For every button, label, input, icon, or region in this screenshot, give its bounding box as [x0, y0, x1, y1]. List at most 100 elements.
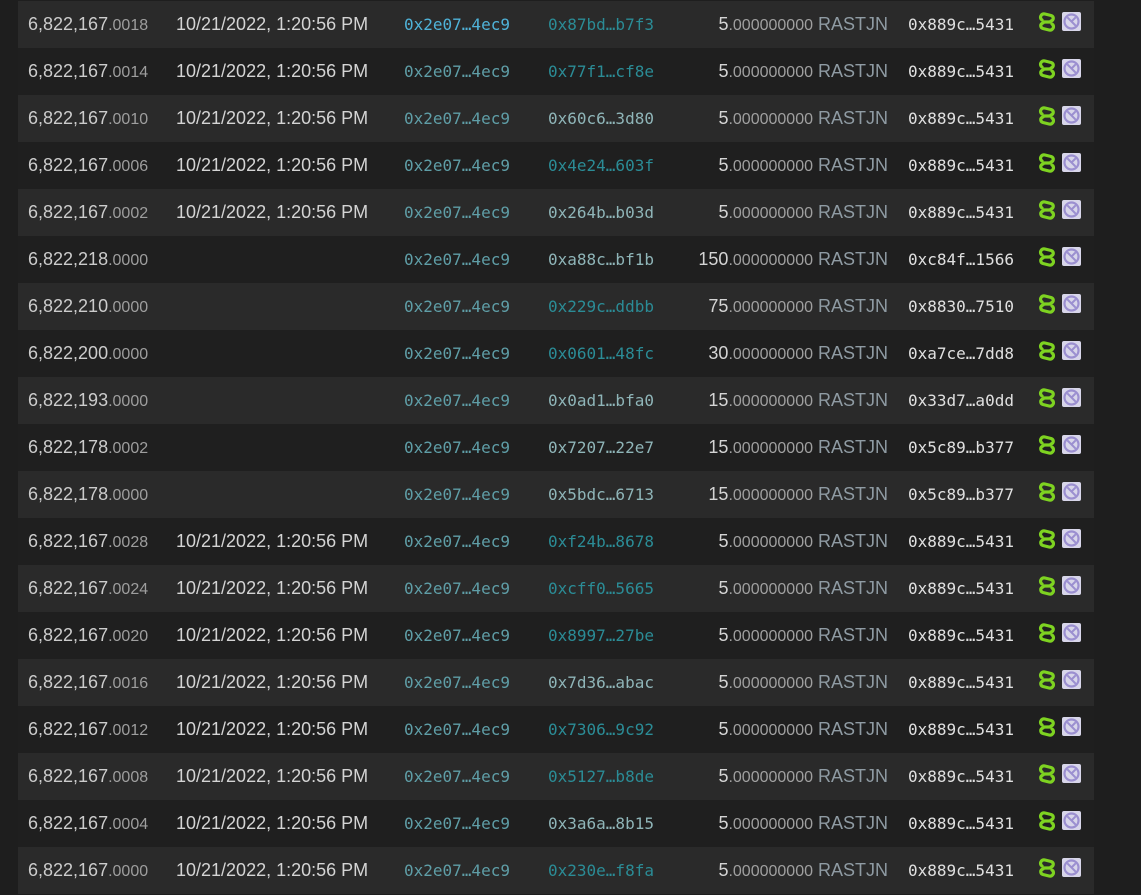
from-address-link[interactable]: 0x2e07…4ec9: [404, 330, 510, 377]
owner-address-link[interactable]: 0xa7ce…7dd8: [908, 330, 1014, 377]
asset-logo-icon[interactable]: [1062, 764, 1081, 783]
to-address-link[interactable]: 0x3a6a…8b15: [548, 800, 654, 847]
chain-link-icon[interactable]: [1038, 717, 1056, 737]
asset-logo-icon[interactable]: [1062, 811, 1081, 830]
chain-link-icon[interactable]: [1038, 435, 1056, 455]
block-number[interactable]: 6,822,167.0004: [28, 800, 148, 847]
token-symbol[interactable]: RASTJN: [818, 578, 888, 598]
token-symbol[interactable]: RASTJN: [818, 343, 888, 363]
owner-address-link[interactable]: 0x889c…5431: [908, 800, 1014, 847]
token-symbol[interactable]: RASTJN: [818, 766, 888, 786]
owner-address-link[interactable]: 0x889c…5431: [908, 189, 1014, 236]
to-address-link[interactable]: 0x0ad1…bfa0: [548, 377, 654, 424]
chain-link-icon[interactable]: [1038, 341, 1056, 361]
asset-logo-icon[interactable]: [1062, 482, 1081, 501]
from-address-link[interactable]: 0x2e07…4ec9: [404, 471, 510, 518]
block-number[interactable]: 6,822,200.0000: [28, 330, 148, 377]
to-address-link[interactable]: 0x5127…b8de: [548, 753, 654, 800]
to-address-link[interactable]: 0x60c6…3d80: [548, 95, 654, 142]
to-address-link[interactable]: 0x264b…b03d: [548, 189, 654, 236]
to-address-link[interactable]: 0x8997…27be: [548, 612, 654, 659]
from-address-link[interactable]: 0x2e07…4ec9: [404, 377, 510, 424]
block-number[interactable]: 6,822,218.0000: [28, 236, 148, 283]
block-number[interactable]: 6,822,167.0014: [28, 48, 148, 95]
asset-logo-icon[interactable]: [1062, 717, 1081, 736]
block-number[interactable]: 6,822,178.0000: [28, 471, 148, 518]
chain-link-icon[interactable]: [1038, 764, 1056, 784]
token-symbol[interactable]: RASTJN: [818, 155, 888, 175]
block-number[interactable]: 6,822,167.0000: [28, 847, 148, 894]
token-symbol[interactable]: RASTJN: [818, 719, 888, 739]
chain-link-icon[interactable]: [1038, 388, 1056, 408]
to-address-link[interactable]: 0x5bdc…6713: [548, 471, 654, 518]
to-address-link[interactable]: 0xcff0…5665: [548, 565, 654, 612]
to-address-link[interactable]: 0x77f1…cf8e: [548, 48, 654, 95]
chain-link-icon[interactable]: [1038, 623, 1056, 643]
from-address-link[interactable]: 0x2e07…4ec9: [404, 236, 510, 283]
from-address-link[interactable]: 0x2e07…4ec9: [404, 753, 510, 800]
chain-link-icon[interactable]: [1038, 200, 1056, 220]
chain-link-icon[interactable]: [1038, 858, 1056, 878]
to-address-link[interactable]: 0x0601…48fc: [548, 330, 654, 377]
owner-address-link[interactable]: 0x889c…5431: [908, 565, 1014, 612]
token-symbol[interactable]: RASTJN: [818, 108, 888, 128]
chain-link-icon[interactable]: [1038, 153, 1056, 173]
token-symbol[interactable]: RASTJN: [818, 484, 888, 504]
token-symbol[interactable]: RASTJN: [818, 390, 888, 410]
asset-logo-icon[interactable]: [1062, 153, 1081, 172]
from-address-link[interactable]: 0x2e07…4ec9: [404, 847, 510, 894]
owner-address-link[interactable]: 0x889c…5431: [908, 659, 1014, 706]
token-symbol[interactable]: RASTJN: [818, 249, 888, 269]
chain-link-icon[interactable]: [1038, 670, 1056, 690]
owner-address-link[interactable]: 0x889c…5431: [908, 847, 1014, 894]
token-symbol[interactable]: RASTJN: [818, 531, 888, 551]
asset-logo-icon[interactable]: [1062, 623, 1081, 642]
chain-link-icon[interactable]: [1038, 59, 1056, 79]
asset-logo-icon[interactable]: [1062, 59, 1081, 78]
block-number[interactable]: 6,822,167.0018: [28, 1, 148, 48]
from-address-link[interactable]: 0x2e07…4ec9: [404, 189, 510, 236]
asset-logo-icon[interactable]: [1062, 529, 1081, 548]
to-address-link[interactable]: 0x7207…22e7: [548, 424, 654, 471]
from-address-link[interactable]: 0x2e07…4ec9: [404, 283, 510, 330]
token-symbol[interactable]: RASTJN: [818, 437, 888, 457]
block-number[interactable]: 6,822,167.0028: [28, 518, 148, 565]
to-address-link[interactable]: 0x7306…9c92: [548, 706, 654, 753]
from-address-link[interactable]: 0x2e07…4ec9: [404, 1, 510, 48]
token-symbol[interactable]: RASTJN: [818, 61, 888, 81]
asset-logo-icon[interactable]: [1062, 12, 1081, 31]
asset-logo-icon[interactable]: [1062, 435, 1081, 454]
block-number[interactable]: 6,822,167.0012: [28, 706, 148, 753]
block-number[interactable]: 6,822,167.0016: [28, 659, 148, 706]
to-address-link[interactable]: 0x229c…ddbb: [548, 283, 654, 330]
token-symbol[interactable]: RASTJN: [818, 672, 888, 692]
owner-address-link[interactable]: 0x5c89…b377: [908, 424, 1014, 471]
token-symbol[interactable]: RASTJN: [818, 202, 888, 222]
owner-address-link[interactable]: 0x889c…5431: [908, 48, 1014, 95]
from-address-link[interactable]: 0x2e07…4ec9: [404, 659, 510, 706]
owner-address-link[interactable]: 0x889c…5431: [908, 95, 1014, 142]
from-address-link[interactable]: 0x2e07…4ec9: [404, 706, 510, 753]
block-number[interactable]: 6,822,167.0006: [28, 142, 148, 189]
to-address-link[interactable]: 0xa88c…bf1b: [548, 236, 654, 283]
asset-logo-icon[interactable]: [1062, 858, 1081, 877]
block-number[interactable]: 6,822,167.0002: [28, 189, 148, 236]
asset-logo-icon[interactable]: [1062, 247, 1081, 266]
to-address-link[interactable]: 0x87bd…b7f3: [548, 1, 654, 48]
asset-logo-icon[interactable]: [1062, 576, 1081, 595]
block-number[interactable]: 6,822,167.0020: [28, 612, 148, 659]
asset-logo-icon[interactable]: [1062, 341, 1081, 360]
to-address-link[interactable]: 0x7d36…abac: [548, 659, 654, 706]
to-address-link[interactable]: 0xf24b…8678: [548, 518, 654, 565]
chain-link-icon[interactable]: [1038, 106, 1056, 126]
asset-logo-icon[interactable]: [1062, 670, 1081, 689]
from-address-link[interactable]: 0x2e07…4ec9: [404, 95, 510, 142]
from-address-link[interactable]: 0x2e07…4ec9: [404, 518, 510, 565]
owner-address-link[interactable]: 0x889c…5431: [908, 753, 1014, 800]
from-address-link[interactable]: 0x2e07…4ec9: [404, 800, 510, 847]
chain-link-icon[interactable]: [1038, 247, 1056, 267]
block-number[interactable]: 6,822,167.0010: [28, 95, 148, 142]
block-number[interactable]: 6,822,193.0000: [28, 377, 148, 424]
chain-link-icon[interactable]: [1038, 12, 1056, 32]
chain-link-icon[interactable]: [1038, 811, 1056, 831]
